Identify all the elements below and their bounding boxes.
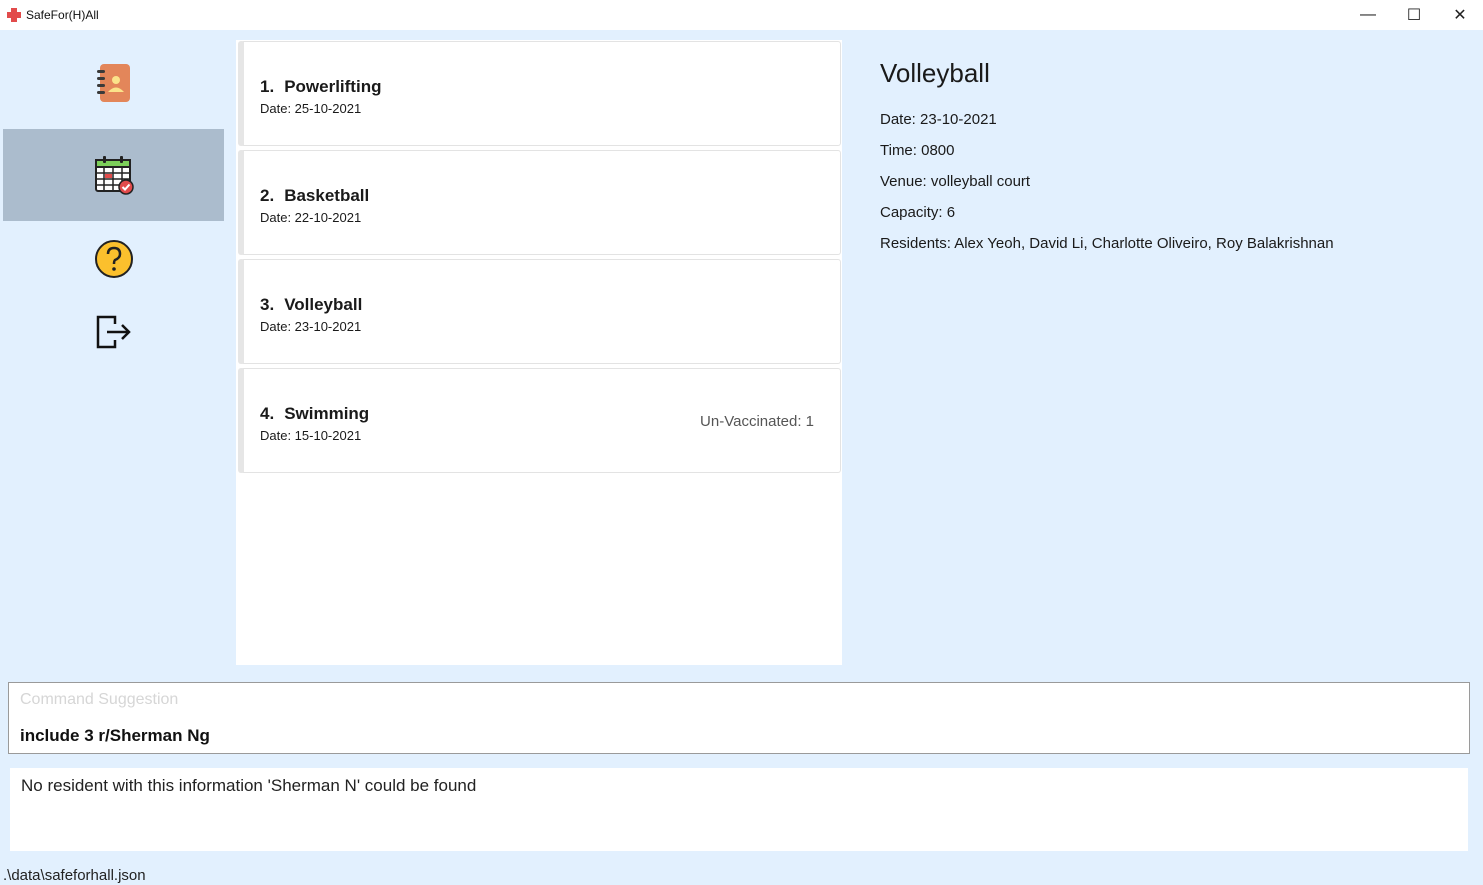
- sidebar: [3, 37, 224, 367]
- event-name: 1. Powerlifting: [260, 77, 381, 97]
- event-index: 2.: [260, 186, 275, 205]
- status-bar: .\data\safeforhall.json: [0, 863, 1483, 885]
- event-index: 3.: [260, 295, 275, 314]
- address-book-icon: [96, 64, 130, 102]
- event-index: 1.: [260, 77, 275, 96]
- nav-residents[interactable]: [3, 37, 224, 129]
- event-title: Powerlifting: [284, 77, 382, 96]
- unvaccinated-count: Un-Vaccinated: 1: [700, 413, 814, 430]
- nav-events[interactable]: [3, 129, 224, 221]
- save-file-path: .\data\safeforhall.json: [3, 867, 146, 884]
- event-title: Basketball: [284, 186, 370, 205]
- event-card[interactable]: 4. Swimming Date: 15-10-2021 Un-Vaccinate…: [238, 368, 841, 473]
- event-name: 3. Volleyball: [260, 295, 362, 315]
- detail-title: Volleyball: [880, 58, 990, 88]
- command-suggestion: Command Suggestion: [20, 691, 179, 708]
- command-box[interactable]: Command Suggestion include 3 r/Sherman N…: [8, 682, 1470, 754]
- result-display: No resident with this information 'Sherm…: [10, 768, 1468, 851]
- event-date: Date: 25-10-2021: [260, 101, 362, 116]
- calendar-icon: [94, 156, 134, 195]
- event-name: 4. Swimming: [260, 404, 369, 424]
- detail-residents: Residents: Alex Yeoh, David Li, Charlott…: [880, 235, 1334, 252]
- detail-venue: Venue: volleyball court: [880, 173, 1031, 190]
- detail-date: Date: 23-10-2021: [880, 111, 997, 128]
- window-controls: — ☐ ✕: [1345, 0, 1483, 30]
- event-card[interactable]: 1. Powerlifting Date: 25-10-2021: [238, 41, 841, 146]
- event-date: Date: 22-10-2021: [260, 210, 362, 225]
- detail-capacity: Capacity: 6: [880, 204, 956, 221]
- help-icon: [94, 240, 133, 278]
- app-cross-icon: [6, 7, 22, 23]
- minimize-button[interactable]: —: [1345, 0, 1391, 30]
- title-bar: SafeFor(H)All — ☐ ✕: [0, 0, 1483, 30]
- event-date: Date: 15-10-2021: [260, 428, 362, 443]
- event-title: Swimming: [284, 404, 370, 423]
- window-title: SafeFor(H)All: [26, 8, 99, 22]
- maximize-button[interactable]: ☐: [1391, 0, 1437, 30]
- detail-time: Time: 0800: [880, 142, 955, 159]
- event-list[interactable]: 1. Powerlifting Date: 25-10-2021 2. Basket…: [236, 40, 842, 665]
- exit-icon: [96, 315, 131, 349]
- event-title: Volleyball: [284, 295, 363, 314]
- command-input[interactable]: include 3 r/Sherman Ng: [20, 726, 210, 746]
- event-index: 4.: [260, 404, 275, 423]
- event-date: Date: 23-10-2021: [260, 319, 362, 334]
- nav-exit[interactable]: [3, 286, 224, 378]
- event-detail-panel: Volleyball Date: 23-10-2021 Time: 0800 V…: [880, 58, 1334, 266]
- event-card[interactable]: 2. Basketball Date: 22-10-2021: [238, 150, 841, 255]
- event-card[interactable]: 3. Volleyball Date: 23-10-2021: [238, 259, 841, 364]
- event-name: 2. Basketball: [260, 186, 369, 206]
- result-message: No resident with this information 'Sherm…: [21, 776, 477, 795]
- close-button[interactable]: ✕: [1437, 0, 1483, 30]
